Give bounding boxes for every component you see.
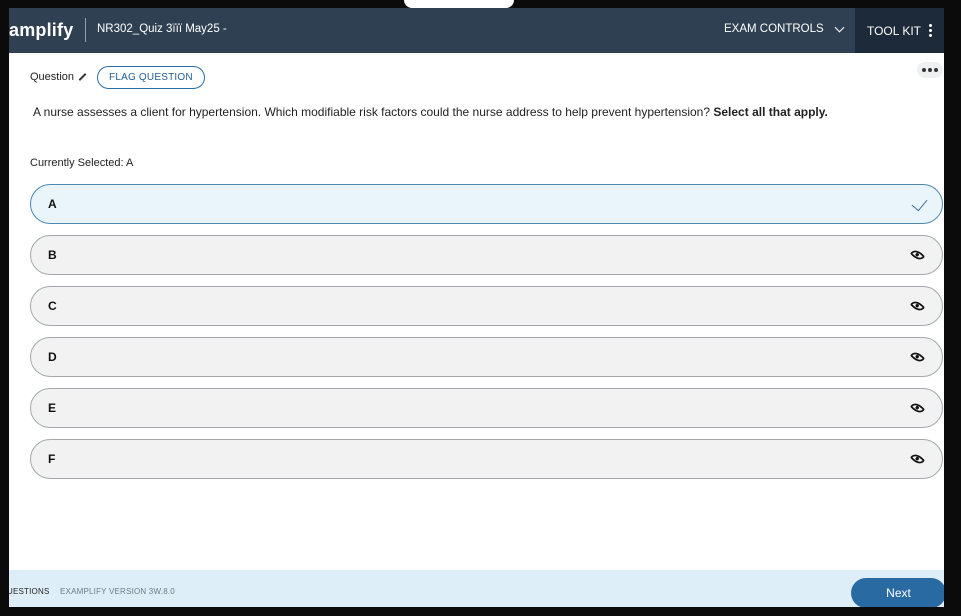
exam-footer: UESTIONS EXAMPLIFY VERSION 3W.8.0 Next: [9, 570, 944, 607]
option-letter: D: [48, 350, 57, 364]
version-text: EXAMPLIFY VERSION 3W.8.0: [60, 587, 175, 596]
check-icon: [911, 194, 928, 212]
exam-controls-label: EXAM CONTROLS: [724, 23, 824, 35]
more-options-icon[interactable]: [917, 62, 943, 78]
question-stem-emphasis: Select all that apply.: [713, 105, 828, 119]
eye-icon[interactable]: [909, 349, 926, 365]
option-letter: E: [48, 401, 57, 415]
question-stem-text: A nurse assesses a client for hypertensi…: [33, 105, 711, 119]
exam-controls-menu[interactable]: EXAM CONTROLS: [724, 22, 845, 35]
eye-icon[interactable]: [909, 298, 926, 314]
device-frame-right: [944, 0, 961, 616]
option-letter: C: [48, 299, 57, 313]
pencil-icon: [78, 73, 87, 81]
question-header: Question FLAG QUESTION: [30, 65, 205, 89]
app-header: amplify NR302_Quiz 3ïïï May25 - EXAM CON…: [9, 8, 944, 53]
device-frame-bottom: [0, 607, 961, 616]
camera-notch: [404, 0, 514, 8]
question-label: Question: [30, 71, 75, 83]
kebab-menu-icon: [929, 24, 932, 37]
answer-option-f[interactable]: F: [30, 439, 943, 479]
eye-icon[interactable]: [909, 451, 926, 467]
question-number: Question: [30, 71, 87, 83]
chevron-down-icon: [834, 22, 845, 32]
tool-kit-label: TOOL KIT: [866, 23, 921, 38]
currently-selected-text: Currently Selected: A: [30, 157, 134, 169]
tool-kit-button[interactable]: TOOL KIT: [855, 8, 944, 53]
questions-link[interactable]: UESTIONS: [9, 587, 50, 596]
option-letter: F: [48, 452, 56, 466]
question-stem: A nurse assesses a client for hypertensi…: [33, 105, 828, 119]
eye-icon[interactable]: [909, 247, 926, 263]
answer-option-b[interactable]: B: [30, 235, 943, 275]
answer-option-d[interactable]: D: [30, 337, 943, 377]
device-frame-left: [0, 0, 9, 616]
header-divider: [85, 18, 86, 42]
answer-option-c[interactable]: C: [30, 286, 943, 326]
app-logo: amplify: [9, 20, 74, 40]
option-letter: B: [48, 248, 57, 262]
option-letter: A: [48, 197, 57, 211]
flag-question-button[interactable]: FLAG QUESTION: [97, 65, 205, 89]
answer-option-a[interactable]: A: [30, 184, 943, 224]
answer-option-e[interactable]: E: [30, 388, 943, 428]
exam-title: NR302_Quiz 3ïïï May25 -: [97, 23, 227, 35]
eye-icon[interactable]: [909, 400, 926, 416]
next-button[interactable]: Next: [851, 578, 944, 607]
exam-screen: amplify NR302_Quiz 3ïïï May25 - EXAM CON…: [9, 8, 944, 607]
